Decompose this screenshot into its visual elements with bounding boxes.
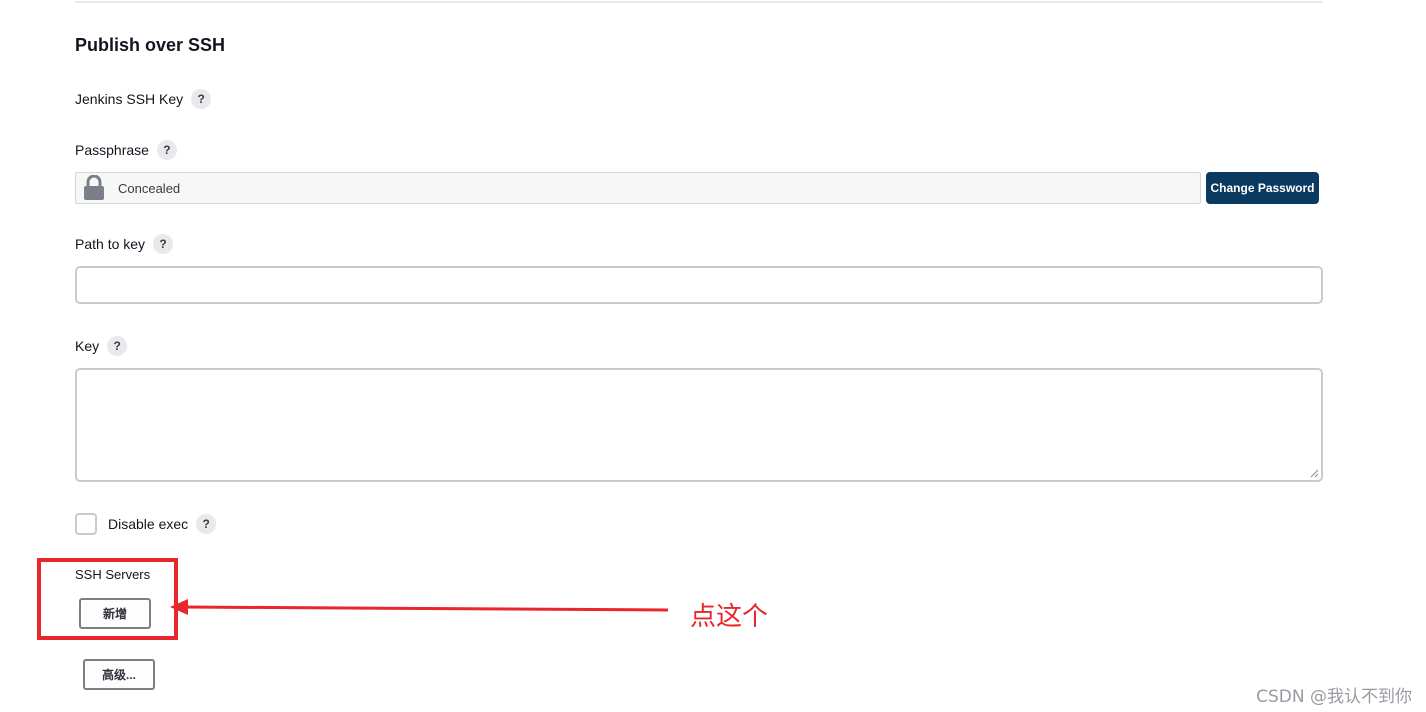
annotation-arrow-icon bbox=[170, 599, 669, 615]
path-to-key-input[interactable] bbox=[75, 266, 1323, 304]
passphrase-field: Concealed bbox=[75, 172, 1201, 204]
watermark: CSDN @我认不到你 bbox=[1256, 687, 1412, 707]
section-title: Publish over SSH bbox=[75, 35, 226, 55]
help-icon[interactable]: ? bbox=[156, 140, 177, 160]
help-icon[interactable]: ? bbox=[107, 336, 128, 356]
passphrase-concealed-value: Concealed bbox=[118, 180, 181, 196]
passphrase-label-row: Passphrase ? bbox=[75, 140, 177, 160]
annotation-text: 点这个 bbox=[690, 602, 769, 632]
path-to-key-label-row: Path to key ? bbox=[75, 234, 174, 254]
help-icon[interactable]: ? bbox=[196, 514, 217, 534]
key-label-row: Key ? bbox=[75, 336, 128, 356]
disable-exec-checkbox[interactable] bbox=[75, 513, 97, 535]
help-icon[interactable]: ? bbox=[153, 234, 174, 254]
top-divider bbox=[75, 1, 1323, 3]
key-label: Key bbox=[75, 338, 100, 354]
key-textarea[interactable] bbox=[75, 368, 1323, 482]
disable-exec-label: Disable exec bbox=[108, 516, 189, 532]
annotation-highlight-box bbox=[37, 558, 178, 640]
advanced-button[interactable]: 高级... bbox=[83, 659, 155, 690]
disable-exec-label-row: Disable exec ? bbox=[108, 514, 217, 534]
change-password-button[interactable]: Change Password bbox=[1206, 172, 1319, 204]
passphrase-label: Passphrase bbox=[75, 142, 149, 158]
path-to-key-label: Path to key bbox=[75, 236, 146, 252]
jenkins-ssh-key-label-row: Jenkins SSH Key ? bbox=[75, 89, 212, 109]
lock-icon bbox=[83, 174, 105, 201]
jenkins-ssh-key-label: Jenkins SSH Key bbox=[75, 91, 184, 107]
resize-grip-icon[interactable] bbox=[1309, 468, 1319, 478]
help-icon[interactable]: ? bbox=[191, 89, 212, 109]
